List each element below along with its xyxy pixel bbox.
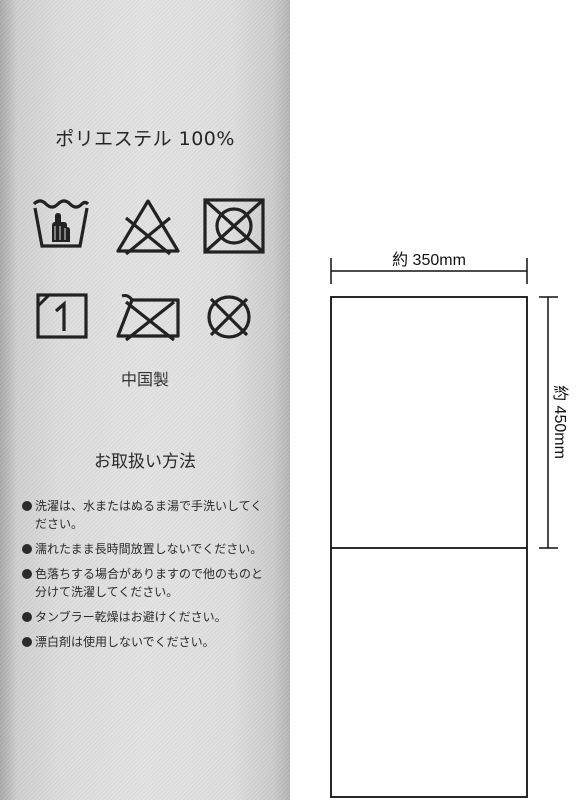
hand-wash-icon [32, 199, 90, 248]
no-dry-clean-icon [207, 295, 251, 339]
no-bleach-icon [116, 199, 180, 256]
handling-title: お取扱い方法 [94, 452, 196, 472]
dimension-drawing [330, 258, 558, 798]
country-of-origin: 中国製 [120, 370, 169, 389]
care-note: 漂白剤は使用しないでください。 [22, 633, 274, 651]
care-note: 色落ちする場合がありますので他のものと分けて洗濯してください。 [22, 565, 274, 601]
towel-outline [330, 296, 528, 798]
care-note: タンブラー乾燥はお避けください。 [22, 608, 274, 626]
fabric-composition: ポリエステル 100% [55, 128, 235, 150]
care-note: 洗濯は、水またはぬるま湯で手洗いしてください。 [22, 497, 274, 533]
size-diagram: 約 350mm 約 450mm [290, 0, 579, 800]
line-dry-icon [36, 293, 88, 339]
care-instructions: 洗濯は、水またはぬるま湯で手洗いしてください。 濡れたまま長時間放置しないでくだ… [22, 497, 274, 658]
no-tumble-dry-icon [203, 198, 265, 254]
care-note: 濡れたまま長時間放置しないでください。 [22, 540, 274, 558]
no-iron-icon [116, 294, 180, 342]
height-label: 約 450mm [551, 385, 568, 459]
care-label: ポリエステル 100% 中国製 お取扱い方法 洗濯は、水またはぬるま湯で手洗いし… [0, 0, 290, 800]
